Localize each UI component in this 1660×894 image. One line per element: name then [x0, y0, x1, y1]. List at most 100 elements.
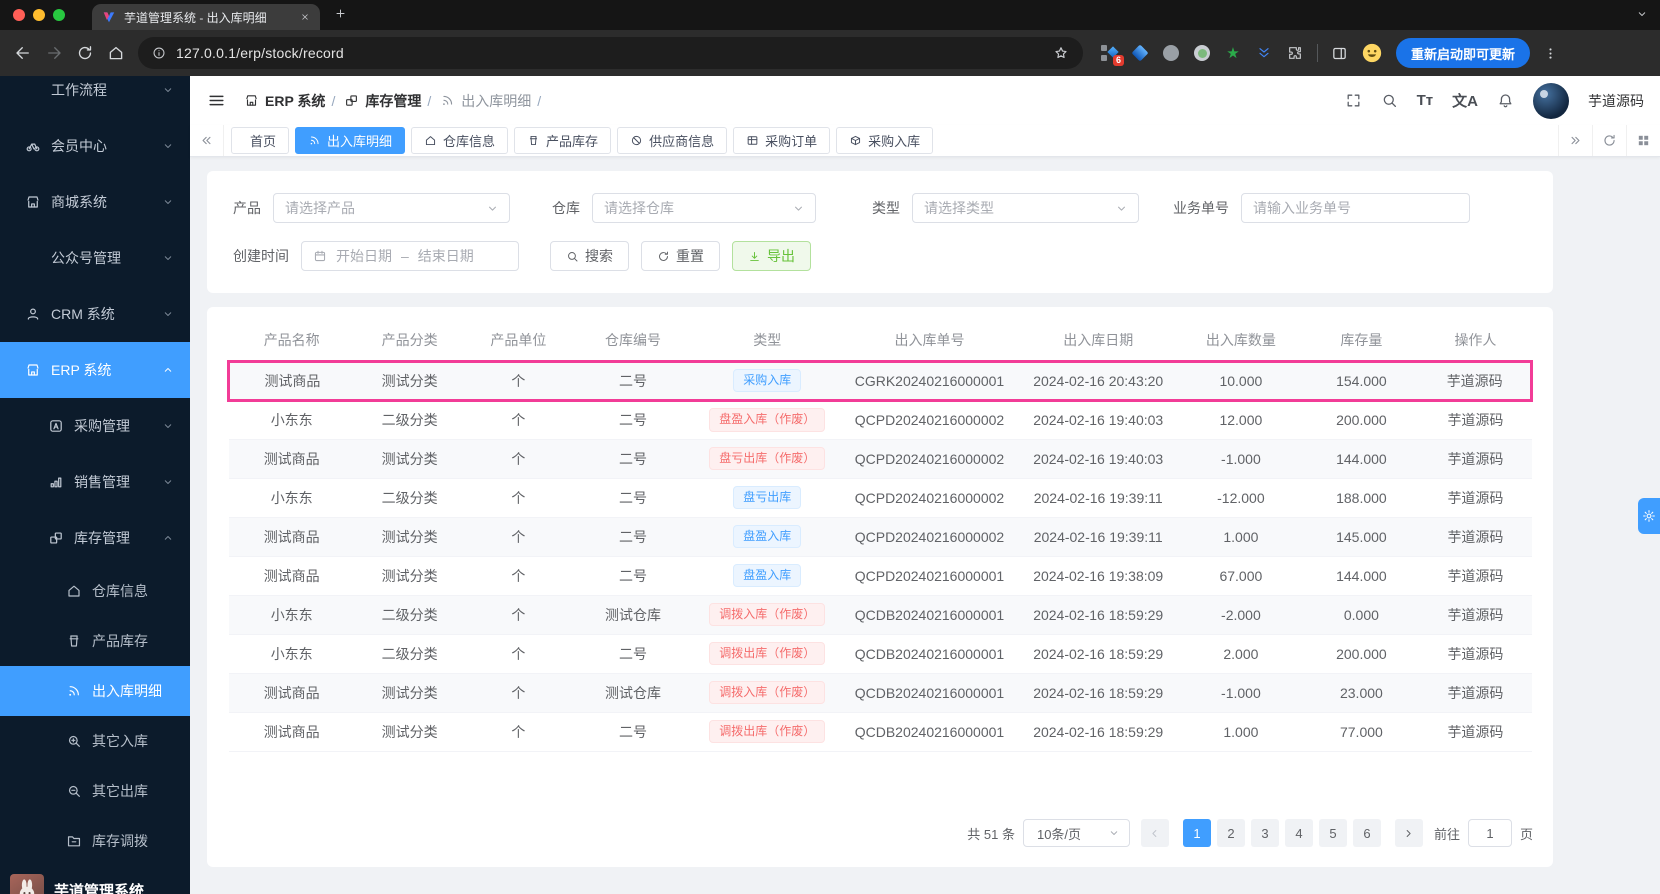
table-row[interactable]: 小东东 二级分类 个 测试仓库 调拨入库（作废） QCDB20240216000… — [228, 595, 1532, 635]
sidebar-item-icon — [24, 306, 42, 322]
product-select[interactable]: 请选择产品 — [273, 193, 510, 223]
notification-bell-icon[interactable] — [1497, 92, 1514, 109]
extension-icon[interactable]: 6 — [1100, 44, 1124, 66]
extension-icon[interactable]: ★ — [1224, 44, 1242, 62]
forward-icon[interactable] — [45, 44, 63, 62]
sidebar-item[interactable]: 销售管理 — [0, 454, 190, 510]
sidebar-item[interactable]: CRM 系统 — [0, 286, 190, 342]
back-icon[interactable] — [14, 44, 32, 62]
tabs-scroll-right-icon[interactable] — [1558, 125, 1592, 156]
page-number-button[interactable]: 2 — [1216, 819, 1245, 847]
view-tab[interactable]: 产品库存 — [514, 127, 612, 154]
minimize-window-button[interactable] — [33, 9, 45, 21]
extension-icon[interactable] — [1162, 44, 1180, 62]
tab-close-icon[interactable] — [300, 12, 310, 22]
sidebar-item-label: 库存管理 — [74, 530, 130, 546]
table-row[interactable]: 测试商品 测试分类 个 二号 盘亏出库（作废） QCPD202402160000… — [228, 439, 1532, 479]
sidebar-item[interactable]: 出入库明细 — [0, 666, 190, 716]
table-row[interactable]: 测试商品 测试分类 个 二号 调拨出库（作废） QCDB202402160000… — [228, 712, 1532, 752]
search-icon[interactable] — [1381, 92, 1398, 109]
warehouse-select[interactable]: 请选择仓库 — [592, 193, 816, 223]
page-number-button[interactable]: 3 — [1250, 819, 1279, 847]
page-size-select[interactable]: 10条/页 — [1022, 819, 1130, 847]
view-tab[interactable]: 出入库明细 — [295, 127, 406, 154]
table-row[interactable]: 测试商品 测试分类 个 二号 采购入库 CGRK20240216000001 2… — [226, 359, 1534, 402]
close-window-button[interactable] — [13, 9, 25, 21]
bizno-input[interactable] — [1241, 193, 1470, 223]
view-tab[interactable]: 供应商信息 — [617, 127, 728, 154]
tabs-menu-icon[interactable] — [1626, 125, 1660, 156]
table-row[interactable]: 测试商品 测试分类 个 测试仓库 调拨入库（作废） QCDB2024021600… — [228, 673, 1532, 713]
sidebar-item[interactable]: 采购管理 — [0, 398, 190, 454]
sidebar-item[interactable]: ERP 系统 — [0, 342, 190, 398]
sidebar-item[interactable]: 商城系统 — [0, 174, 190, 230]
side-panel-icon[interactable] — [1331, 45, 1348, 62]
reset-button[interactable]: 重置 — [641, 241, 720, 271]
page-number-button[interactable]: 1 — [1182, 819, 1211, 847]
type-select[interactable]: 请选择类型 — [912, 193, 1139, 223]
user-avatar[interactable] — [1533, 82, 1569, 119]
breadcrumb-item[interactable]: 库存管理 / — [344, 91, 431, 111]
view-tab[interactable]: 仓库信息 — [411, 127, 509, 154]
tab-search-icon[interactable] — [1636, 8, 1648, 20]
breadcrumb-item[interactable]: ERP 系统 / — [244, 91, 335, 111]
chevron-icon — [162, 196, 174, 208]
table-row[interactable]: 小东东 二级分类 个 二号 盘盈入库（作废） QCPD2024021600000… — [228, 400, 1532, 440]
tabs-refresh-icon[interactable] — [1592, 125, 1626, 156]
font-size-icon[interactable]: Tт — [1417, 92, 1434, 109]
browser-tab[interactable]: 芋道管理系统 - 出入库明细 — [92, 4, 320, 30]
breadcrumb-item[interactable]: 出入库明细 / — [440, 91, 541, 111]
cell-type: 调拨出库（作废） — [693, 712, 841, 752]
page-number-button[interactable]: 6 — [1352, 819, 1381, 847]
sidebar-item[interactable]: 会员中心 — [0, 118, 190, 174]
prev-page-button[interactable] — [1140, 819, 1169, 847]
sidebar-item[interactable]: 其它出库 — [0, 766, 190, 816]
sidebar-item[interactable]: 产品库存 — [0, 616, 190, 666]
table-row[interactable]: 小东东 二级分类 个 二号 调拨出库（作废） QCDB2024021600000… — [228, 634, 1532, 674]
extension-icon[interactable] — [1193, 44, 1211, 62]
reload-icon[interactable] — [76, 44, 94, 62]
cell-stock: 23.000 — [1303, 673, 1420, 713]
fullscreen-icon[interactable] — [1345, 92, 1362, 109]
sidebar-item[interactable]: 工作流程 — [0, 76, 190, 118]
view-tab[interactable]: 采购订单 — [733, 127, 831, 154]
address-bar[interactable]: 127.0.0.1/erp/stock/record — [138, 37, 1083, 69]
page-number-button[interactable]: 4 — [1284, 819, 1313, 847]
sidebar-item-label: 仓库信息 — [92, 583, 148, 599]
sidebar-item[interactable]: 库存管理 — [0, 510, 190, 566]
view-tab[interactable]: 首页 — [231, 127, 290, 154]
username[interactable]: 芋道源码 — [1588, 91, 1644, 111]
cell-date: 2024-02-16 18:59:29 — [1018, 634, 1179, 674]
traffic-lights — [0, 9, 78, 21]
page-number-button[interactable]: 5 — [1318, 819, 1347, 847]
language-icon[interactable]: 文A — [1452, 90, 1478, 111]
view-tab[interactable]: 采购入库 — [836, 127, 934, 154]
export-button[interactable]: 导出 — [732, 241, 811, 271]
browser-profile-avatar[interactable] — [1361, 42, 1383, 64]
sidebar-item[interactable]: 其它入库 — [0, 716, 190, 766]
sidebar-item[interactable]: 仓库信息 — [0, 566, 190, 616]
tabs-scroll-left-icon[interactable] — [190, 125, 224, 156]
extensions-puzzle-icon[interactable] — [1286, 44, 1304, 62]
extension-badge: 6 — [1112, 55, 1124, 66]
extension-icon[interactable] — [1131, 44, 1149, 62]
next-page-button[interactable] — [1394, 819, 1423, 847]
table-row[interactable]: 测试商品 测试分类 个 二号 盘盈入库 QCPD20240216000002 2… — [228, 517, 1532, 557]
sidebar-item[interactable]: 公众号管理 — [0, 230, 190, 286]
extension-icon[interactable] — [1255, 44, 1273, 62]
created-date-range[interactable]: 开始日期 – 结束日期 — [301, 241, 519, 271]
site-info-icon[interactable] — [152, 46, 166, 60]
browser-update-button[interactable]: 重新启动即可更新 — [1396, 38, 1531, 68]
browser-menu-icon[interactable] — [1543, 46, 1558, 61]
home-icon[interactable] — [107, 44, 125, 62]
new-tab-button[interactable] — [334, 7, 347, 20]
table-row[interactable]: 测试商品 测试分类 个 二号 盘盈入库 QCPD20240216000001 2… — [228, 556, 1532, 596]
sidebar-item[interactable]: 库存调拨 — [0, 816, 190, 866]
goto-page-input[interactable] — [1467, 819, 1512, 847]
sidebar-collapse-icon[interactable] — [207, 91, 226, 110]
search-button[interactable]: 搜索 — [550, 241, 629, 271]
zoom-window-button[interactable] — [53, 9, 65, 21]
table-row[interactable]: 小东东 二级分类 个 二号 盘亏出库 QCPD20240216000002 20… — [228, 478, 1532, 518]
bookmark-star-icon[interactable] — [1053, 45, 1069, 61]
settings-drawer-button[interactable] — [1638, 498, 1660, 534]
